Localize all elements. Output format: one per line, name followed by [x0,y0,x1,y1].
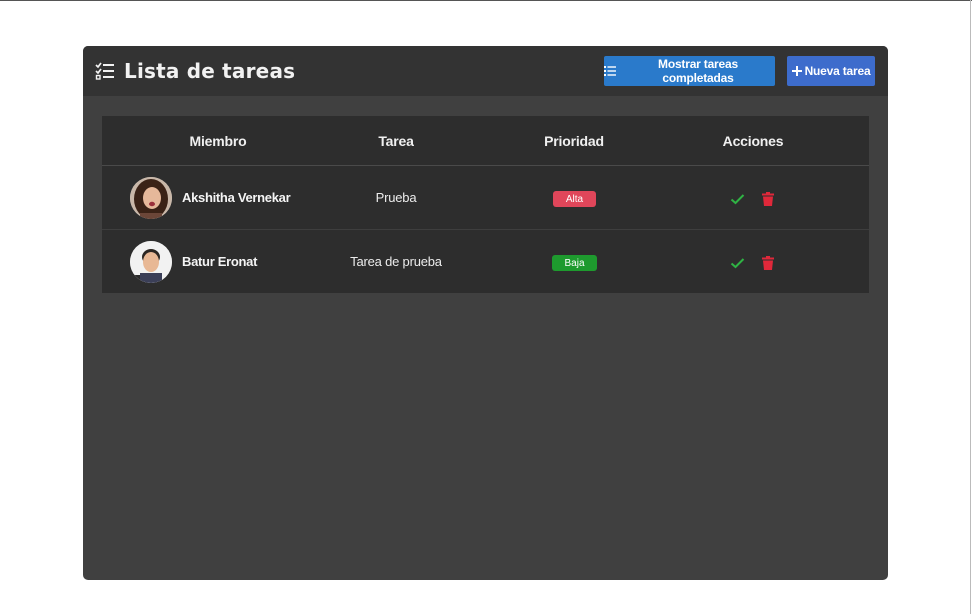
title-wrap: Lista de tareas [95,59,295,83]
member-name: Batur Eronat [182,254,258,269]
show-completed-label: Mostrar tareas completadas [658,57,738,85]
task-name: Tarea de prueba [350,254,442,269]
table-row: Batur Eronat Tarea de prueba Baja [102,230,869,293]
task-table: Miembro Tarea Prioridad Acciones Akshith… [102,116,869,293]
check-icon[interactable] [730,257,745,269]
show-completed-button[interactable]: Mostrar tareas completadas [604,56,775,86]
trash-icon[interactable] [762,192,774,206]
table-header: Miembro Tarea Prioridad Acciones [102,116,869,166]
window-right-border [970,0,971,614]
plus-icon [791,66,802,76]
column-header-task: Tarea [378,133,414,149]
column-header-actions: Acciones [722,133,784,149]
task-name: Prueba [375,190,417,205]
task-list-card: Lista de tareas Mostrar tareas completad… [83,46,888,580]
trash-icon[interactable] [762,256,774,270]
avatar [130,241,172,283]
priority-badge: Baja [552,255,597,271]
new-task-button[interactable]: Nueva tarea [787,56,875,86]
window-top-border [0,0,972,1]
member-name: Akshitha Vernekar [182,190,291,205]
page-title: Lista de tareas [124,59,296,83]
check-icon[interactable] [730,193,745,205]
list-icon [604,66,616,76]
table-row: Akshitha Vernekar Prueba Alta [102,166,869,230]
priority-badge: Alta [553,191,596,207]
new-task-label: Nueva tarea [804,64,871,78]
card-header: Lista de tareas Mostrar tareas completad… [83,46,888,96]
task-list-icon [95,61,115,81]
avatar [130,177,172,219]
column-header-member: Miembro [189,133,247,149]
column-header-priority: Prioridad [544,133,604,149]
